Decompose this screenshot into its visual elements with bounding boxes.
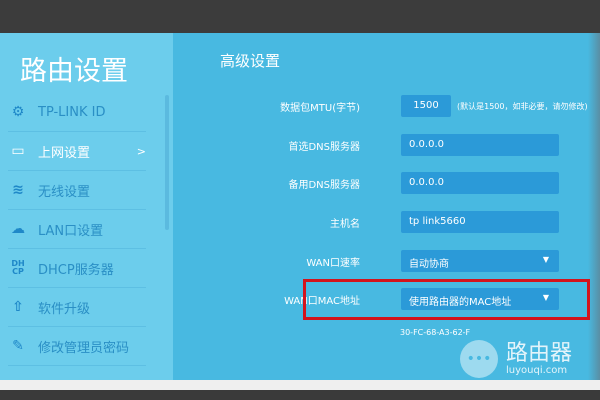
watermark-name: 路由器	[506, 340, 573, 366]
mtu-label: 数据包MTU(字节)	[280, 103, 360, 114]
router-logo-icon: •••	[460, 340, 498, 378]
dns1-label: 首选DNS服务器	[288, 142, 360, 153]
laptop-icon: ▭	[11, 143, 25, 159]
sidebar-item-lan[interactable]: ☁ LAN口设置	[8, 210, 146, 249]
dns1-row: 首选DNS服务器 0.0.0.0	[173, 134, 600, 158]
mtu-hint: (默认是1500，如非必要，请勿修改)	[457, 102, 588, 111]
hostname-row: 主机名 tp link5660	[173, 211, 600, 235]
dns2-row: 备用DNS服务器 0.0.0.0	[173, 172, 600, 196]
sidebar-item-tplink-id[interactable]: ⚙ TP-LINK ID	[8, 93, 146, 132]
hostname-label: 主机名	[330, 219, 360, 230]
sidebar-scrollbar[interactable]	[165, 95, 169, 230]
mtu-row: 数据包MTU(字节) 1500 (默认是1500，如非必要，请勿修改)	[173, 95, 600, 119]
mtu-input[interactable]: 1500	[401, 95, 451, 117]
watermark: ••• 路由器 luyouqi.com	[460, 340, 572, 378]
wifi-icon: ≋	[12, 182, 24, 198]
sidebar-item-wireless[interactable]: ≋ 无线设置	[8, 171, 146, 210]
sidebar-item-label: 软件升级	[38, 301, 91, 317]
bottom-bar	[0, 390, 600, 400]
sidebar-item-label: TP-LINK ID	[38, 104, 106, 120]
cloud-network-icon: ☁	[11, 221, 25, 237]
sidebar: 路由设置 ⚙ TP-LINK ID ▭ 上网设置 > ≋ 无线设置 ☁ LAN口设置 DH…	[0, 33, 173, 380]
bottom-strip	[0, 380, 600, 390]
dns2-label: 备用DNS服务器	[288, 180, 360, 191]
sidebar-item-dhcp[interactable]: DH CP DHCP服务器	[8, 249, 146, 288]
sidebar-item-password[interactable]: ✎ 修改管理员密码	[8, 327, 146, 366]
sidebar-item-label: 无线设置	[38, 184, 91, 200]
right-edge-shade	[588, 33, 600, 380]
caret-down-icon: ▼	[542, 255, 549, 264]
sidebar-item-label: DHCP服务器	[38, 262, 114, 278]
gear-icon: ⚙	[11, 104, 25, 120]
hostname-input[interactable]: tp link5660	[401, 211, 559, 233]
page-title: 高级设置	[220, 52, 281, 70]
highlight-box	[303, 279, 590, 320]
dhcp-icon: DH CP	[11, 259, 25, 276]
main-panel: 高级设置 数据包MTU(字节) 1500 (默认是1500，如非必要，请勿修改)…	[173, 33, 600, 380]
mac-address: 30-FC-68-A3-62-F	[400, 328, 471, 337]
upload-icon: ⇧	[12, 299, 24, 315]
sidebar-item-upgrade[interactable]: ⇧ 软件升级	[8, 288, 146, 327]
wan-rate-label: WAN口速率	[306, 258, 360, 269]
top-bar	[0, 0, 600, 33]
watermark-url: luyouqi.com	[506, 364, 568, 376]
wan-rate-row: WAN口速率 自动协商 ▼	[173, 250, 600, 274]
sidebar-item-label: LAN口设置	[38, 223, 104, 239]
sidebar-item-internet[interactable]: ▭ 上网设置 >	[8, 132, 146, 171]
pencil-icon: ✎	[12, 338, 24, 354]
sidebar-item-label: 修改管理员密码	[38, 340, 130, 356]
dns2-input[interactable]: 0.0.0.0	[401, 172, 559, 194]
wan-rate-select[interactable]: 自动协商 ▼	[401, 250, 559, 272]
chevron-right-icon: >	[136, 144, 146, 158]
wan-rate-value: 自动协商	[409, 259, 449, 270]
sidebar-item-label: 上网设置	[38, 145, 91, 161]
sidebar-title: 路由设置	[20, 56, 128, 87]
dns1-input[interactable]: 0.0.0.0	[401, 134, 559, 156]
